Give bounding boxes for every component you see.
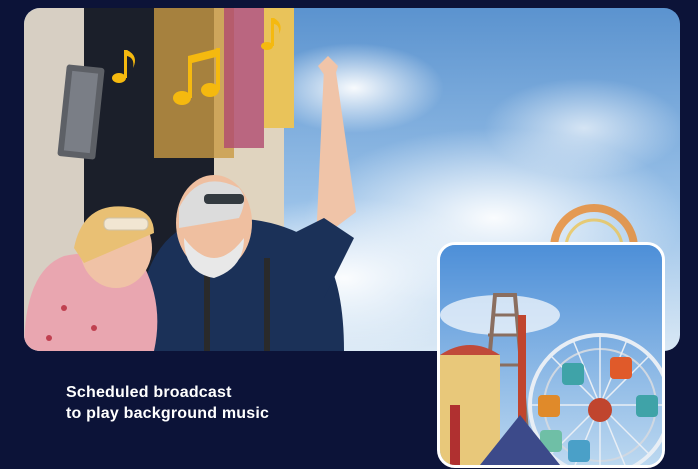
feature-caption: Scheduled broadcast to play background m… (66, 382, 396, 424)
caption-line-2: to play background music (66, 405, 270, 422)
amusement-park-photo (437, 242, 665, 468)
feature-card: Scheduled broadcast to play background m… (0, 0, 698, 469)
caption-line-1: Scheduled broadcast (66, 384, 232, 401)
